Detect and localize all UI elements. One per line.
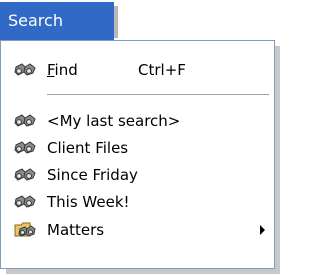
menu-item-saved-search[interactable]: <My last search> (2, 106, 274, 136)
find-label-rest: ind (54, 61, 78, 79)
find-accelerator: F (47, 61, 55, 79)
binoculars-icon (14, 168, 36, 181)
folder-binoculars-icon (14, 222, 36, 237)
find-shortcut: Ctrl+F (138, 61, 186, 79)
menu-item-matters[interactable]: Matters (2, 215, 274, 245)
saved-search-label: Client Files (47, 139, 129, 157)
menu-title-shadow (114, 6, 118, 38)
search-menu-title-label: Search (8, 11, 63, 30)
search-menu-title[interactable]: Search (0, 2, 114, 40)
matters-label: Matters (47, 221, 105, 239)
submenu-arrow-icon (260, 225, 265, 235)
saved-search-label: This Week! (47, 193, 130, 211)
dropdown-shadow-bottom (6, 269, 280, 274)
binoculars-icon (14, 114, 36, 127)
menu-item-find[interactable]: Find Ctrl+F (2, 55, 274, 85)
dropdown-shadow-right (275, 46, 280, 273)
saved-search-label: Since Friday (47, 166, 138, 184)
binoculars-icon (14, 63, 36, 76)
binoculars-icon (14, 195, 36, 208)
menu-item-find-label: Find (47, 61, 78, 79)
menu-item-saved-search[interactable]: Since Friday (2, 160, 274, 190)
menu-item-saved-search[interactable]: This Week! (2, 187, 274, 217)
search-dropdown-panel: Find Ctrl+F <My last search> Client File… (0, 40, 275, 269)
saved-search-label: <My last search> (47, 112, 181, 130)
search-menu-screen: Search Find Ctrl+F <My last search> Clie… (0, 0, 284, 275)
menu-separator (47, 94, 269, 95)
binoculars-icon (14, 141, 36, 154)
menu-item-saved-search[interactable]: Client Files (2, 133, 274, 163)
